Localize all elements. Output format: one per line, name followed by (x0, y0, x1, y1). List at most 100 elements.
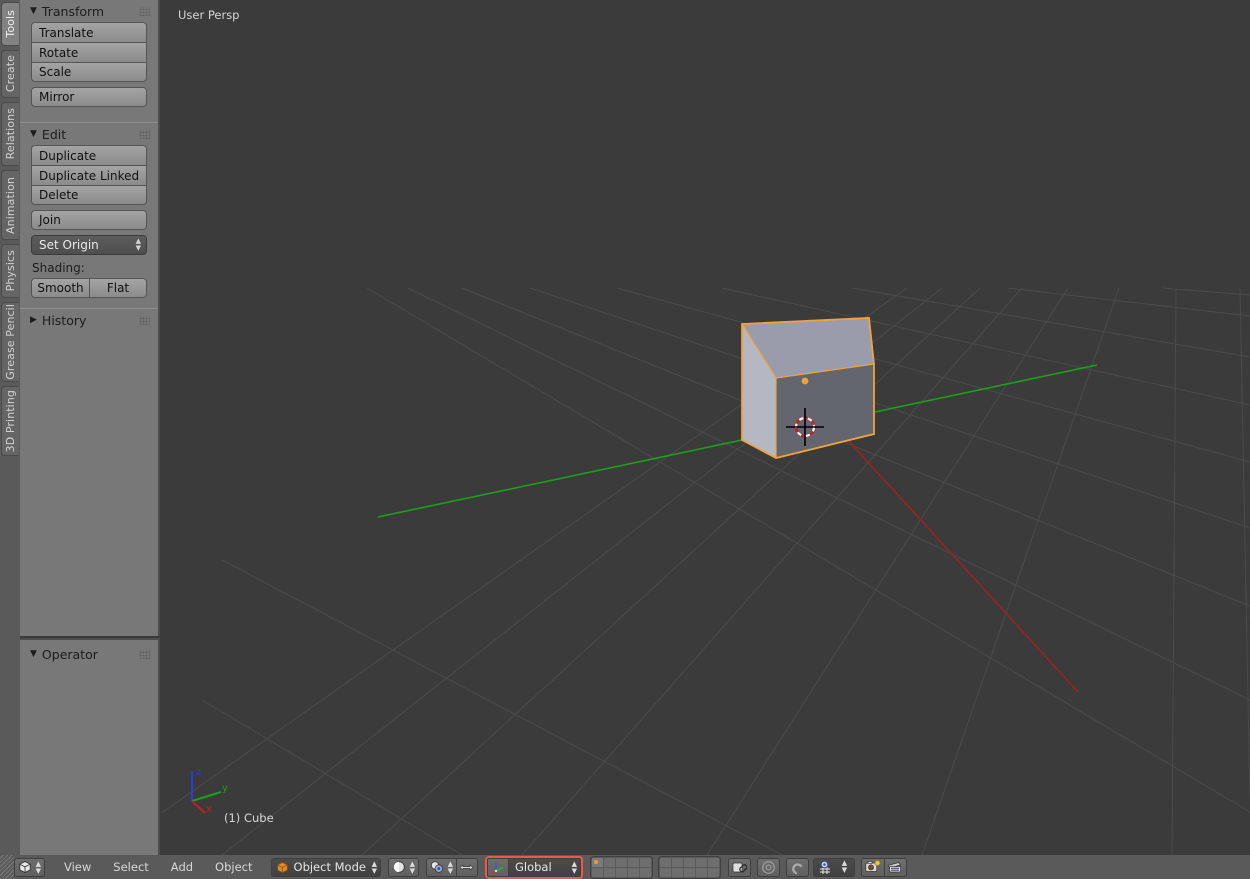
edit-panel-header[interactable]: ▼ Edit (20, 123, 158, 145)
menu-view[interactable]: View (53, 855, 102, 879)
orientation-axis-icon-button[interactable] (486, 857, 509, 877)
collapse-triangle-down-icon: ▼ (30, 5, 37, 16)
sidebar-tab-create[interactable]: Create (1, 50, 19, 98)
snap-target-button[interactable] (812, 857, 835, 877)
transform-panel-header[interactable]: ▼ Transform (20, 0, 158, 22)
layer-cell[interactable] (683, 867, 695, 877)
chevron-updown-icon: ▲ ▼ (571, 859, 577, 875)
sidebar-tab-tools-label: Tools (4, 10, 17, 38)
transform-orientation-highlight: Global ▲ ▼ (484, 855, 583, 879)
menu-object[interactable]: Object (204, 855, 263, 879)
collapse-triangle-down-icon: ▼ (30, 128, 37, 139)
duplicate-linked-button[interactable]: Duplicate Linked (31, 165, 147, 185)
layer-cell[interactable] (695, 857, 707, 867)
layer-cell[interactable] (627, 857, 639, 867)
proportional-edit-button[interactable] (756, 857, 780, 877)
operator-panel-header[interactable]: ▼ Operator (20, 643, 158, 665)
render-image-button[interactable] (860, 857, 884, 877)
cube-icon (19, 861, 31, 873)
layer-cell[interactable] (671, 867, 683, 877)
sidebar-tab-relations[interactable]: Relations (1, 102, 19, 166)
shading-flat-button[interactable]: Flat (89, 278, 147, 298)
history-panel-header[interactable]: ▶ History (20, 309, 158, 331)
layer-cell[interactable] (707, 857, 719, 867)
layer-cell[interactable] (591, 857, 603, 867)
delete-button[interactable]: Delete (31, 185, 147, 205)
axis-gizmo-z-label: z (196, 767, 201, 778)
snap-target-dropdown[interactable]: ▲ ▼ (834, 857, 855, 877)
snap-magnet-button[interactable] (785, 857, 809, 877)
layer-occupied-dot-icon (593, 859, 598, 864)
layer-cell[interactable] (671, 857, 683, 867)
lock-object-modes-button[interactable] (727, 857, 751, 877)
axis-gizmo[interactable]: z y x (174, 765, 234, 817)
set-origin-dropdown-label: Set Origin (39, 238, 99, 252)
layer-cell[interactable] (659, 867, 671, 877)
rotate-button[interactable]: Rotate (31, 42, 147, 62)
blender-window: Tools Create Relations Animation Physics… (0, 0, 1250, 879)
chevron-updown-icon: ▲ ▼ (35, 859, 41, 875)
edit-panel-body: Duplicate Duplicate Linked Delete Join S… (20, 145, 158, 304)
history-panel-title: History (41, 312, 87, 328)
layer-cell[interactable] (627, 867, 639, 877)
transform-panel-body: Translate Rotate Scale Mirror (20, 22, 158, 118)
pivot-point-dropdown[interactable]: ▲ ▼ (425, 857, 457, 877)
operator-panel-title: Operator (41, 646, 98, 662)
transform-orientation-dropdown[interactable]: Global ▲ ▼ (508, 857, 581, 877)
collapse-triangle-down-icon: ▼ (30, 648, 37, 659)
layer-cell[interactable] (707, 867, 719, 877)
scale-button[interactable]: Scale (31, 62, 147, 82)
shading-smooth-button[interactable]: Smooth (31, 278, 89, 298)
transform-button-group: Translate Rotate Scale (31, 22, 147, 82)
viewport-header-bar: ▲ ▼ View Select Add Object Object Mode ▲ ▼ (0, 855, 1250, 879)
tool-tab-strip: Tools Create Relations Animation Physics… (0, 0, 20, 855)
sidebar-tab-grease-pencil[interactable]: Grease Pencil (1, 302, 19, 382)
sidebar-tab-3d-printing[interactable]: 3D Printing (1, 386, 19, 456)
interaction-mode-dropdown[interactable]: Object Mode ▲ ▼ (270, 857, 381, 877)
viewport-3d[interactable]: User Persp (1) Cube z y x (162, 0, 1250, 855)
edit-button-group: Duplicate Duplicate Linked Delete (31, 145, 147, 205)
panel-grip-icon (139, 6, 150, 16)
proportional-edit-icon (762, 860, 775, 874)
layer-cell[interactable] (615, 867, 627, 877)
panel-grip-icon (139, 315, 150, 325)
collapse-triangle-right-icon: ▶ (30, 314, 37, 325)
grid-floor-icon (162, 287, 1250, 855)
sidebar-tab-tools[interactable]: Tools (1, 2, 19, 46)
menu-select[interactable]: Select (102, 855, 159, 879)
layer-cell[interactable] (591, 867, 603, 877)
editor-type-dropdown[interactable]: ▲ ▼ (14, 857, 45, 877)
mirror-button[interactable]: Mirror (31, 87, 147, 107)
mirror-button-group: Mirror (31, 87, 147, 107)
layer-cell[interactable] (683, 857, 695, 867)
sidebar-tab-physics[interactable]: Physics (1, 244, 19, 298)
layer-cell[interactable] (603, 857, 615, 867)
join-button[interactable]: Join (31, 210, 147, 230)
viewport-scene (162, 287, 1250, 855)
area-corner-widget[interactable] (0, 855, 14, 879)
chevron-updown-icon: ▲ ▼ (409, 859, 415, 875)
sidebar-tab-animation[interactable]: Animation (1, 170, 19, 240)
manipulator-swap-button[interactable] (456, 857, 478, 877)
shading-label: Shading: (32, 261, 85, 275)
set-origin-dropdown[interactable]: Set Origin ▲ ▼ (31, 235, 147, 255)
axis-gizmo-icon (492, 862, 504, 874)
tool-shelf-panel: ▼ Transform Translate Rotate Scale Mirro… (20, 0, 160, 636)
object-mode-cube-icon (276, 861, 288, 873)
layer-cell[interactable] (695, 867, 707, 877)
render-animation-button[interactable] (883, 857, 907, 877)
layer-cell[interactable] (639, 857, 651, 867)
menu-add[interactable]: Add (160, 855, 204, 879)
layer-cell[interactable] (615, 857, 627, 867)
layer-cell[interactable] (639, 867, 651, 877)
chevron-updown-icon: ▲ ▼ (135, 237, 141, 252)
sidebar-tab-3d-printing-label: 3D Printing (4, 389, 17, 453)
viewport-shading-dropdown[interactable]: ▲ ▼ (387, 857, 419, 877)
duplicate-button[interactable]: Duplicate (31, 145, 147, 165)
sidebar-tab-relations-label: Relations (4, 108, 17, 160)
axis-gizmo-x-label: x (206, 804, 212, 815)
layer-cell[interactable] (603, 867, 615, 877)
translate-button[interactable]: Translate (31, 22, 147, 42)
arrows-swap-icon (460, 863, 474, 871)
layer-cell[interactable] (659, 857, 671, 867)
